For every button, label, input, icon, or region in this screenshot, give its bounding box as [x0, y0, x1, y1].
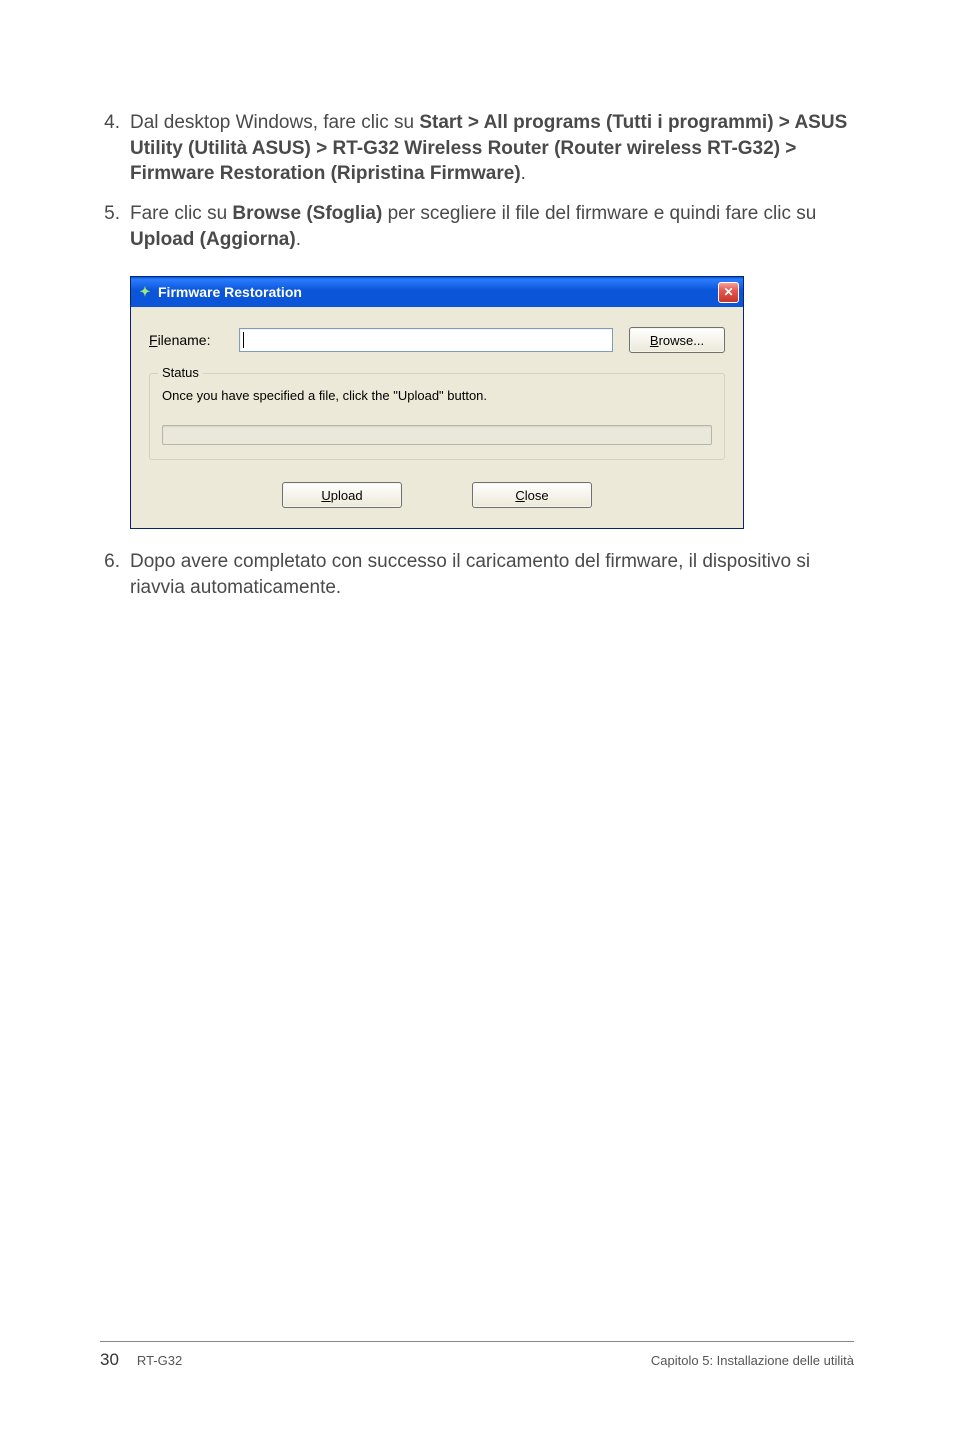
close-icon[interactable]: ✕ [718, 282, 739, 303]
mnemonic: B [650, 333, 659, 348]
browse-button[interactable]: Browse... [629, 327, 725, 353]
filename-label: Filename: [149, 332, 223, 348]
page-number: 30 [100, 1350, 119, 1370]
filename-row: Filename: Browse... [149, 327, 725, 353]
text-part: per scegliere il file del firmware e qui… [382, 203, 816, 224]
app-icon: ✦ [137, 284, 153, 300]
close-button[interactable]: Close [472, 482, 592, 508]
dialog-titlebar: ✦ Firmware Restoration ✕ [131, 277, 743, 307]
progress-bar [162, 425, 712, 445]
label-rest: rowse... [659, 333, 705, 348]
footer-chapter: Capitolo 5: Installazione delle utilità [651, 1353, 854, 1368]
dialog-body: Filename: Browse... Status Once you have… [131, 307, 743, 528]
label-rest: lose [525, 488, 549, 503]
text-part: . [521, 163, 526, 184]
status-text: Once you have specified a file, click th… [162, 388, 712, 403]
page-content: 4. Dal desktop Windows, fare clic su Sta… [0, 0, 954, 600]
filename-input[interactable] [239, 328, 613, 352]
text-part: Dal desktop Windows, fare clic su [130, 112, 419, 133]
label-rest: pload [331, 488, 363, 503]
step-6: 6. Dopo avere completato con successo il… [100, 549, 854, 600]
status-legend: Status [158, 365, 203, 380]
step-number: 6. [100, 549, 130, 600]
text-part: . [296, 229, 301, 250]
dialog-screenshot: ✦ Firmware Restoration ✕ Filename: Brows… [100, 266, 854, 549]
mnemonic: U [321, 488, 330, 503]
dialog-buttons: Upload Close [149, 482, 725, 508]
step-text: Fare clic su Browse (Sfoglia) per scegli… [130, 201, 854, 252]
step-5: 5. Fare clic su Browse (Sfoglia) per sce… [100, 201, 854, 252]
page-footer: 30 RT-G32 Capitolo 5: Installazione dell… [100, 1341, 854, 1370]
step-text: Dopo avere completato con successo il ca… [130, 549, 854, 600]
step-number: 4. [100, 110, 130, 187]
step-4: 4. Dal desktop Windows, fare clic su Sta… [100, 110, 854, 187]
step-number: 5. [100, 201, 130, 252]
text-part: Fare clic su [130, 203, 232, 224]
upload-button[interactable]: Upload [282, 482, 402, 508]
text-bold: Browse (Sfoglia) [232, 203, 382, 224]
mnemonic: C [515, 488, 524, 503]
status-fieldset: Status Once you have specified a file, c… [149, 373, 725, 460]
step-text: Dal desktop Windows, fare clic su Start … [130, 110, 854, 187]
text-bold: Upload (Aggiorna) [130, 229, 296, 250]
label-rest: ilename: [158, 332, 211, 348]
mnemonic: F [149, 332, 158, 348]
firmware-restoration-dialog: ✦ Firmware Restoration ✕ Filename: Brows… [130, 276, 744, 529]
footer-product: RT-G32 [137, 1353, 182, 1368]
dialog-title: Firmware Restoration [158, 284, 718, 300]
